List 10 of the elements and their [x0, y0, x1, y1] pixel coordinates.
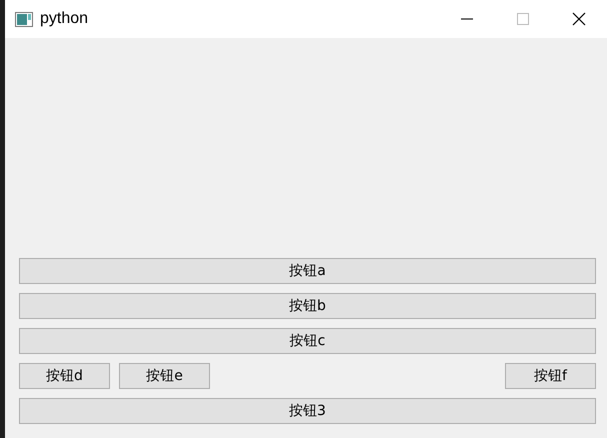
push-button[interactable]: 按钮a	[19, 258, 596, 284]
app-icon	[15, 12, 33, 26]
push-button[interactable]: 按钮d	[19, 363, 110, 389]
push-button[interactable]: 按钮c	[19, 328, 596, 354]
push-button[interactable]: 按钮f	[505, 363, 596, 389]
push-button[interactable]: 按钮e	[119, 363, 210, 389]
push-button[interactable]: 按钮b	[19, 293, 596, 319]
push-button[interactable]: 按钮3	[19, 398, 596, 424]
close-icon[interactable]	[572, 12, 586, 26]
window-title: python	[40, 9, 88, 29]
